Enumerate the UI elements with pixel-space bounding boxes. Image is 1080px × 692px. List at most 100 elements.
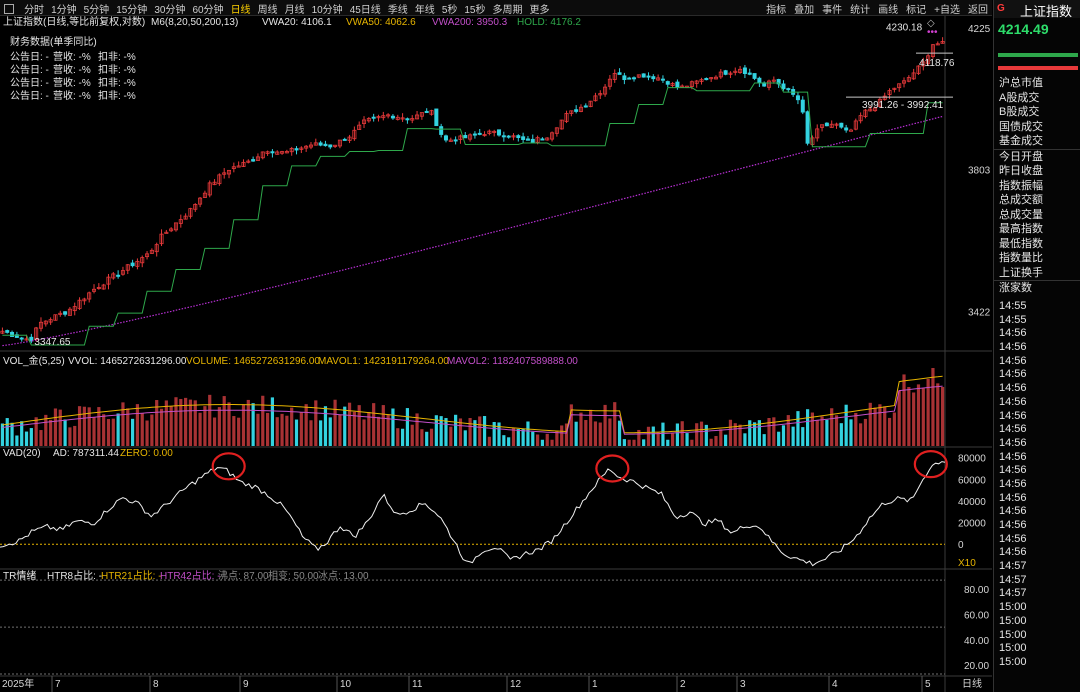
period-tab-11[interactable]: 季线 (388, 1, 408, 16)
quote-field: 总成交量 (999, 208, 1043, 221)
volume-bar (299, 412, 303, 446)
volume-bar (724, 434, 728, 446)
period-tab-8[interactable]: 月线 (285, 1, 305, 16)
period-tab-1[interactable]: 1分钟 (51, 1, 77, 16)
volume-bar (150, 414, 154, 446)
volume-bar (738, 424, 742, 446)
volume-bar (106, 419, 111, 446)
legend-entry: VWA50: 4062.6 (346, 17, 416, 28)
chart-area[interactable]: 4225 3803 3422 3347.65 4230.18 4118.76 3991.26… (0, 16, 992, 692)
month-label: 4 (832, 679, 838, 690)
volume-bar (34, 417, 38, 446)
volume-bar (294, 419, 299, 446)
candle-body (323, 143, 328, 147)
volume-bar (400, 428, 405, 446)
vad-line (0, 461, 946, 567)
candle-body (641, 73, 646, 78)
candle-body (646, 75, 651, 78)
candle-body (270, 151, 275, 154)
candle-body (506, 135, 511, 138)
volume-bar (892, 412, 896, 446)
volume-bar (695, 423, 699, 446)
finance-date: 公告日: - (10, 63, 49, 76)
volume-bar (593, 421, 598, 446)
tr-axis-label: 60.00 (964, 610, 989, 621)
candle-body (501, 135, 506, 138)
period-tab-10[interactable]: 45日线 (350, 1, 381, 16)
period-tab-5[interactable]: 60分钟 (192, 1, 223, 16)
volume-bar (704, 424, 708, 446)
period-tab-3[interactable]: 15分钟 (116, 1, 147, 16)
period-tab-7[interactable]: 周线 (258, 1, 278, 16)
index-name[interactable]: 上证指数 (1020, 1, 1072, 20)
quote-field: 指数量比 (999, 252, 1043, 264)
candle-body (439, 126, 444, 135)
candle-body (632, 77, 637, 80)
volume-bar (574, 421, 578, 446)
tool-7[interactable]: 返回 (968, 1, 988, 16)
volume-bar (352, 411, 356, 446)
vad-axis-label: 80000 (958, 454, 986, 465)
tick-time: 14:57 (999, 573, 1027, 586)
period-tab-16[interactable]: 更多 (530, 1, 550, 16)
candle-body (477, 132, 482, 135)
candle-body (800, 99, 805, 113)
volume-bar (212, 417, 217, 446)
volume-bar (854, 412, 858, 446)
candle-body (10, 331, 15, 337)
volume-bar (579, 412, 583, 446)
volume-bar (140, 413, 144, 446)
volume-bar (815, 420, 819, 446)
tool-1[interactable]: 叠加 (794, 1, 814, 16)
sell-strength-bar (998, 66, 1078, 70)
period-tab-0[interactable]: 分时 (24, 1, 44, 16)
vad-axis-label: 20000 (958, 519, 986, 530)
volume-bar (651, 426, 655, 446)
volume-bar (49, 419, 53, 446)
tool-menu: 指标 叠加 事件 统计 画线 标记 +自选 返回 (758, 1, 988, 16)
volume-bar (188, 399, 193, 446)
period-tab-12[interactable]: 年线 (415, 1, 435, 16)
tick-time: 14:56 (999, 395, 1027, 408)
tool-3[interactable]: 统计 (850, 1, 870, 16)
volume-bar (912, 392, 916, 446)
finance-profit: 扣非: -% (98, 63, 136, 76)
tool-6[interactable]: +自选 (934, 1, 960, 16)
volume-bar (940, 386, 945, 446)
quote-field: 最高指数 (999, 223, 1043, 235)
volume-bar (926, 378, 930, 446)
period-tab-2[interactable]: 5分钟 (84, 1, 110, 16)
volume-bar (902, 374, 906, 446)
volume-bar (261, 395, 265, 446)
period-tab-4[interactable]: 30分钟 (154, 1, 185, 16)
candle-body (627, 77, 632, 80)
tool-5[interactable]: 标记 (906, 1, 926, 16)
period-tab-9[interactable]: 10分钟 (312, 1, 343, 16)
tool-4[interactable]: 画线 (878, 1, 898, 16)
volume-bar (844, 404, 848, 446)
volume-bar (748, 420, 752, 446)
volume-bar (825, 419, 829, 446)
period-tab-15[interactable]: 多周期 (493, 1, 523, 16)
candle-body (622, 75, 627, 81)
volume-bar (516, 428, 520, 446)
period-tab-6[interactable]: 日线 (231, 1, 251, 16)
candle-body (530, 138, 535, 143)
volume-bar (270, 397, 275, 446)
low-annotation: 3347.65 (34, 337, 71, 348)
tick-time: 14:56 (999, 382, 1027, 395)
volume-bar (526, 421, 530, 446)
volume-bar (145, 420, 149, 446)
tick-time: 14:56 (999, 464, 1027, 477)
period-tab-13[interactable]: 5秒 (442, 1, 458, 16)
candle-body (390, 115, 395, 119)
candle-body (704, 78, 709, 81)
grid-icon[interactable] (4, 4, 14, 14)
candle-body (675, 81, 680, 88)
volume-bar (521, 429, 525, 446)
tool-2[interactable]: 事件 (822, 1, 842, 16)
period-tab-14[interactable]: 15秒 (464, 1, 485, 16)
volume-bar (478, 416, 482, 446)
candle-body (516, 135, 521, 139)
tool-0[interactable]: 指标 (766, 1, 786, 16)
